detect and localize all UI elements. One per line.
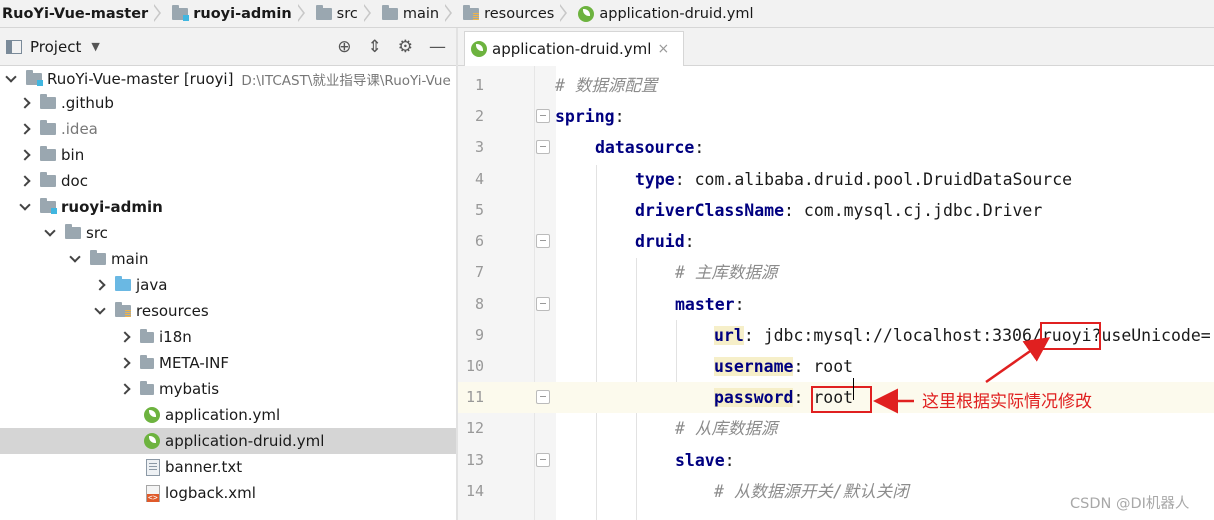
annotation-arrows xyxy=(873,337,1051,414)
watermark: CSDN @DI机器人 xyxy=(1070,496,1190,512)
annotation-text: 这里根据实际情况修改 xyxy=(922,392,1092,412)
